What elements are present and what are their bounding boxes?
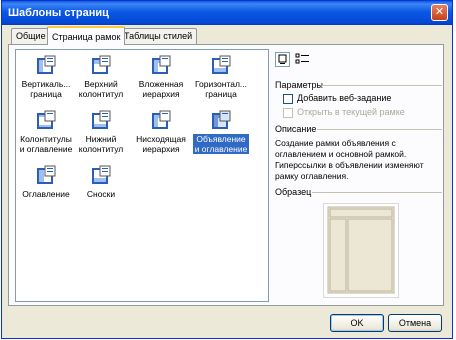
- template-item[interactable]: Нижний колонтитул: [73, 110, 129, 154]
- header-frame-icon: [92, 55, 111, 74]
- templates-list[interactable]: Вертикаль... граница Верхний колонтитул …: [15, 49, 269, 302]
- add-web-task-label: Добавить веб-задание: [297, 93, 392, 103]
- tab-style-sheets-label: Таблицы стилей: [124, 31, 193, 41]
- header-footer-toc-frame-icon: [37, 110, 56, 129]
- tab-style-sheets[interactable]: Таблицы стилей: [119, 28, 198, 44]
- frames-layout-preview: [327, 206, 395, 294]
- template-label: Вертикаль... граница: [21, 79, 71, 99]
- template-label: Верхний колонтитул: [78, 79, 124, 99]
- options-divider: [322, 85, 442, 87]
- tab-frames-page-label: Страница рамок: [52, 32, 121, 42]
- template-item[interactable]: Оглавление: [18, 165, 74, 199]
- tab-general[interactable]: Общие: [11, 28, 51, 44]
- preview-heading: Образец: [275, 187, 312, 197]
- list-view-button[interactable]: [295, 52, 311, 67]
- tab-frames-page[interactable]: Страница рамок: [47, 26, 126, 45]
- template-label: Нисходящая иерархия: [136, 134, 186, 154]
- template-item[interactable]: Верхний колонтитул: [73, 55, 129, 99]
- preview-divider: [312, 192, 442, 194]
- template-item-selected[interactable]: Объявление и оглавление: [193, 110, 249, 154]
- close-button[interactable]: ✕: [431, 4, 448, 21]
- open-in-current-frame-label: Открыть в текущей рамке: [297, 107, 405, 117]
- close-icon: ✕: [434, 6, 445, 18]
- template-label: Объявление и оглавление: [193, 134, 249, 154]
- template-label: Вложенная иерархия: [138, 79, 184, 99]
- ok-button[interactable]: OK: [330, 314, 384, 332]
- banner-toc-frame-icon: [212, 110, 231, 129]
- open-in-current-frame-checkbox[interactable]: [283, 108, 293, 118]
- large-icons-view-button[interactable]: [275, 52, 290, 67]
- template-item[interactable]: Горизонтал... граница: [193, 55, 249, 99]
- options-heading: Параметры: [275, 80, 323, 90]
- template-label: Нижний колонтитул: [78, 134, 124, 154]
- add-web-task-checkbox[interactable]: [283, 94, 293, 104]
- tab-general-label: Общие: [16, 31, 46, 41]
- description-divider: [317, 129, 442, 131]
- footer-frame-icon: [92, 110, 111, 129]
- large-icons-icon: [278, 54, 287, 64]
- template-label: Колонтитулы и оглавление: [19, 134, 73, 154]
- dialog-title: Шаблоны страниц: [8, 7, 109, 19]
- template-label: Сноски: [86, 189, 116, 199]
- nested-hierarchy-frame-icon: [152, 55, 171, 74]
- template-item[interactable]: Сноски: [73, 165, 129, 199]
- cancel-button[interactable]: Отмена: [388, 314, 442, 332]
- vertical-border-frame-icon: [37, 55, 56, 74]
- template-item[interactable]: Нисходящая иерархия: [133, 110, 189, 154]
- title-bar: Шаблоны страниц ✕: [2, 1, 452, 25]
- template-label: Горизонтал... граница: [194, 79, 248, 99]
- template-item[interactable]: Колонтитулы и оглавление: [18, 110, 74, 154]
- footnotes-frame-icon: [92, 165, 111, 184]
- toc-frame-icon: [37, 165, 56, 184]
- template-item[interactable]: Вложенная иерархия: [133, 55, 189, 99]
- horizontal-border-frame-icon: [212, 55, 231, 74]
- preview-image: [323, 203, 399, 298]
- description-heading: Описание: [275, 124, 317, 134]
- top-down-hierarchy-frame-icon: [152, 110, 171, 129]
- description-text: Создание рамки объявления с оглавлением …: [275, 138, 424, 181]
- template-label: Оглавление: [22, 189, 70, 199]
- template-item[interactable]: Вертикаль... граница: [18, 55, 74, 99]
